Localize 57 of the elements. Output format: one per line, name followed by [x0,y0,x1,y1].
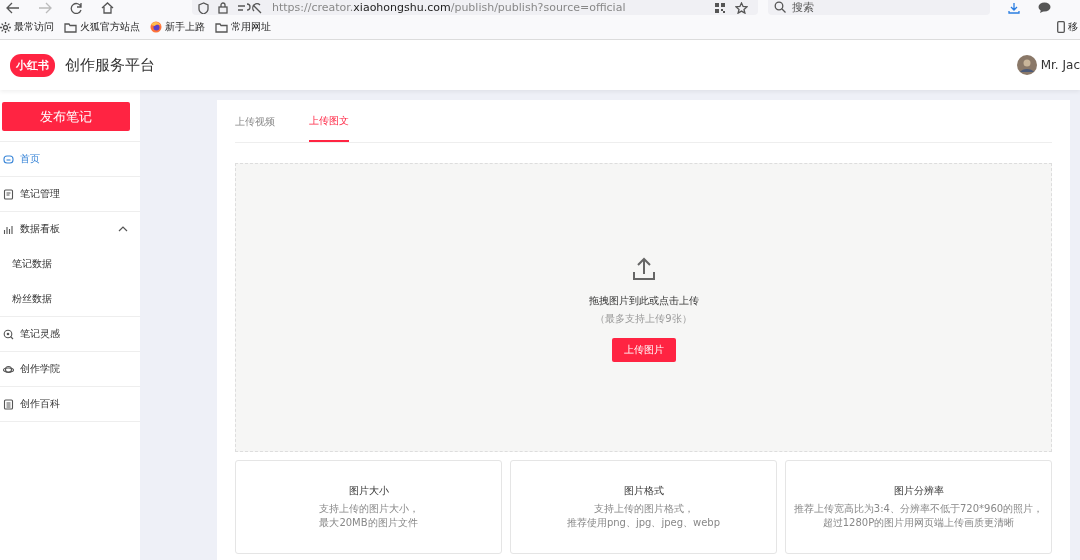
info-text: 超过1280P的图片用网页端上传画质更清晰 [821,516,1016,530]
back-icon[interactable] [6,1,20,14]
permissions-icon [237,1,263,14]
user-name[interactable]: Mr. Jac [1040,58,1080,72]
bar-chart-icon [3,223,14,235]
bookmark[interactable]: 常用网址 [215,20,271,34]
download-icon[interactable] [1008,1,1020,14]
publish-button[interactable]: 发布笔记 [2,102,130,131]
planet-icon [3,363,14,375]
info-text: 推荐使用png、jpg、jpeg、webp [565,516,722,530]
phone-icon [1057,21,1065,33]
tab[interactable]: 上传图文 [309,100,349,142]
tab[interactable]: 上传视频 [235,100,275,142]
info-text: 支持上传的图片大小， [317,502,420,516]
upload-image-button[interactable]: 上传图片 [611,338,676,362]
sidebar-subitem[interactable]: 笔记数据 [0,246,140,281]
search-field[interactable]: 搜索 [768,0,990,15]
info-title: 图片大小 [348,484,389,498]
note-icon [3,188,14,200]
sidebar-item[interactable]: 创作学院 [0,352,140,386]
address-bar[interactable]: https://creator.xiaohongshu.com/publish/publish?source=official [192,0,758,15]
info-title: 图片分辨率 [893,484,944,498]
info-text: 最大20MB的图片文件 [318,516,419,530]
bookmark[interactable]: 最常访问 [0,20,54,34]
info-text: 推荐上传宽高比为3:4、分辨率不低于720*960的照片， [792,502,1045,516]
info-text: 支持上传的图片格式， [592,502,695,516]
avatar [1016,55,1037,75]
folder-icon [64,21,77,33]
upload-drop-zone[interactable]: 拖拽图片到此或点击上传 （最多支持上传9张） 上传图片 [235,163,1052,452]
lock-icon [218,1,228,14]
bookmark[interactable]: 火狐官方站点 [64,20,140,34]
address-text[interactable]: https://creator.xiaohongshu.com/publish/publish?source=official [272,1,626,14]
sidebar-item[interactable]: 笔记灵感 [0,317,140,351]
document-icon [3,398,14,410]
home-icon [3,153,14,165]
bookmark[interactable]: 移 [1057,20,1078,34]
reload-icon[interactable] [70,1,83,14]
star-icon[interactable] [735,1,748,14]
info-title: 图片格式 [623,484,664,498]
sidebar-item[interactable]: 创作百科 [0,387,140,421]
chat-icon[interactable] [1038,1,1051,14]
logo[interactable]: 小红书 [10,53,55,77]
sidebar-item[interactable]: 笔记管理 [0,177,140,211]
upload-icon [631,257,656,281]
site-title: 创作服务平台 [65,55,155,75]
bookmark[interactable]: 新手上路 [150,20,205,34]
firefox-icon [150,21,162,33]
sidebar-item[interactable]: 首页 [0,142,140,176]
home-icon[interactable] [101,1,114,14]
folder-icon [215,21,228,33]
shield-icon [198,1,209,14]
qr-code-icon[interactable] [714,1,726,14]
upload-prompt: 拖拽图片到此或点击上传 [588,294,699,308]
sidebar-subitem[interactable]: 粉丝数据 [0,281,140,316]
sidebar-item[interactable]: 数据看板 [0,212,140,246]
gear-icon [0,21,11,33]
upload-hint: （最多支持上传9张） [595,312,692,326]
